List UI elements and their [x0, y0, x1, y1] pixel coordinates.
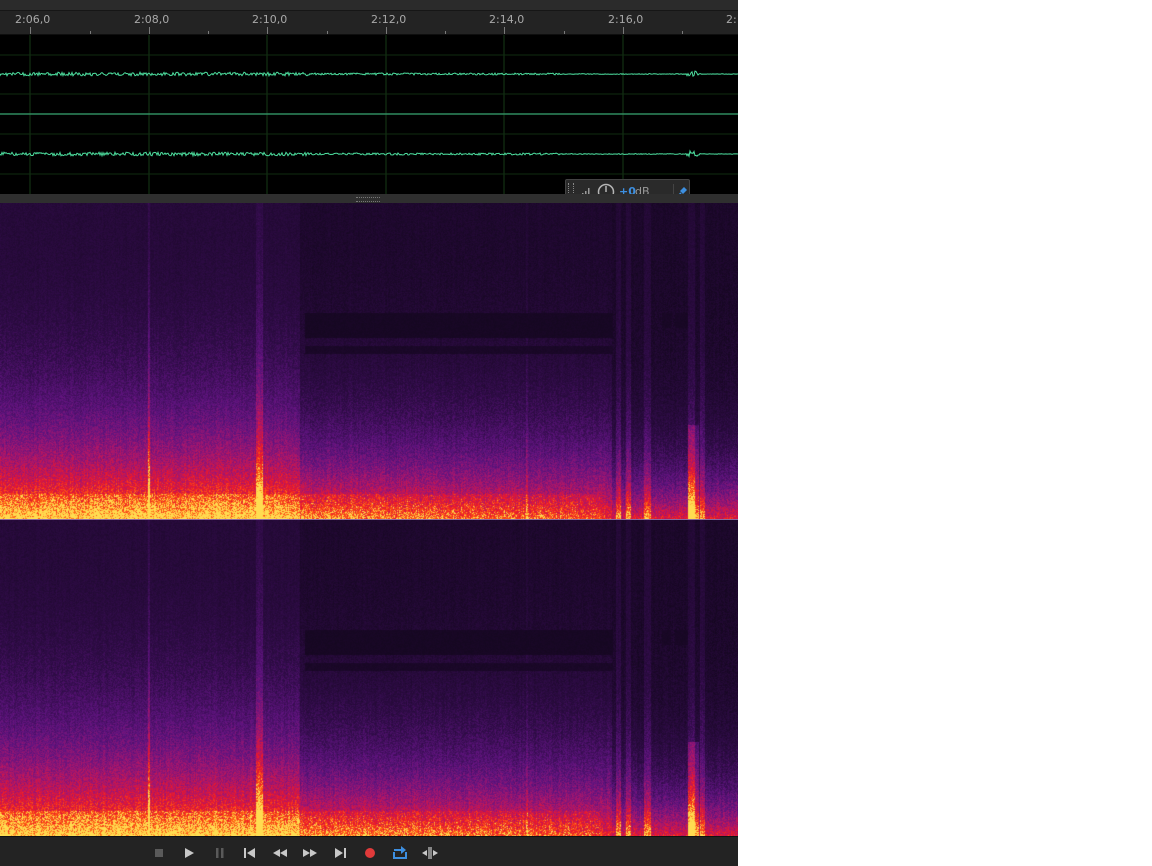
skip-selection-button[interactable]	[420, 844, 440, 862]
stop-button[interactable]	[150, 844, 170, 862]
skip-forward-icon	[335, 848, 346, 858]
spectral-display-left[interactable]	[0, 203, 738, 519]
record-icon	[365, 848, 375, 858]
stop-icon	[155, 849, 163, 857]
pause-icon	[216, 848, 224, 858]
tick-label-2-16: 2:16,0	[608, 13, 644, 26]
loop-playback-button[interactable]	[390, 844, 410, 862]
tick-label-2-18: 2:1	[726, 13, 738, 26]
tick-label-2-08: 2:08,0	[134, 13, 170, 26]
transport-bar	[0, 836, 738, 866]
skip-selection-icon	[422, 847, 438, 859]
tick-label-2-06: 2:06,0	[15, 13, 51, 26]
view-splitter[interactable]	[0, 194, 738, 203]
play-icon	[185, 848, 194, 858]
audio-editor-panel: 2:06,0 2:08,0 2:10,0 2:12,0 2:14,0 2:16,…	[0, 0, 738, 866]
spectral-display-right[interactable]	[0, 520, 738, 836]
waveform-channel-left	[0, 70, 738, 78]
pause-button[interactable]	[210, 844, 230, 862]
timeline-ruler[interactable]: 2:06,0 2:08,0 2:10,0 2:12,0 2:14,0 2:16,…	[0, 0, 738, 35]
waveform-canvas	[0, 35, 738, 194]
rewind-icon	[273, 849, 287, 857]
splitter-grip[interactable]	[356, 197, 380, 202]
waveform-channel-right	[0, 149, 738, 158]
fast-forward-button[interactable]	[300, 844, 320, 862]
tick-label-2-14: 2:14,0	[489, 13, 525, 26]
tick-label-2-10: 2:10,0	[252, 13, 288, 26]
play-button[interactable]	[180, 844, 200, 862]
move-to-end-button[interactable]	[330, 844, 350, 862]
move-to-start-button[interactable]	[240, 844, 260, 862]
loop-icon	[393, 846, 407, 859]
record-button[interactable]	[360, 844, 380, 862]
tick-label-2-12: 2:12,0	[371, 13, 407, 26]
skip-back-icon	[244, 848, 255, 858]
ruler-scroll-strip[interactable]	[0, 0, 738, 11]
fast-forward-icon	[303, 849, 317, 857]
rewind-button[interactable]	[270, 844, 290, 862]
waveform-view[interactable]: +0 dB	[0, 35, 738, 205]
